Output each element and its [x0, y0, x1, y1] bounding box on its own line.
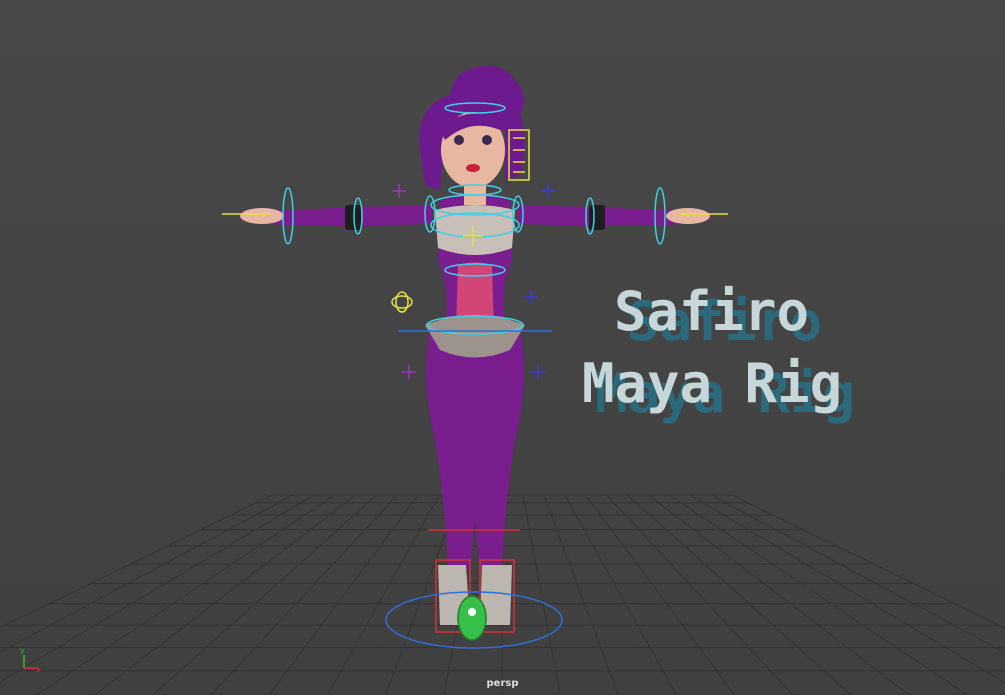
main-ctrl-center [468, 608, 476, 616]
grid-line [94, 494, 356, 695]
grid-line [648, 494, 910, 695]
right-leg[interactable] [472, 330, 524, 570]
title-line1: Safiro [614, 280, 809, 343]
camera-name-label: persp [486, 678, 519, 689]
axis-x-label: x [36, 665, 41, 674]
title-line2: Maya Rig [582, 352, 842, 415]
grid-line [0, 494, 273, 629]
pole-vector-ctrl[interactable] [391, 291, 413, 313]
grid-line [606, 494, 794, 695]
maya-viewport[interactable]: Safiro Safiro Maya Rig Maya Rig y x pers… [0, 0, 1005, 695]
axis-y-label: y [20, 646, 25, 655]
grid-line [668, 494, 968, 695]
right-eye [482, 135, 492, 145]
right-arm-pv-cross[interactable] [541, 184, 555, 198]
left-arm-band [345, 205, 361, 230]
right-knee-pv-cross[interactable] [531, 365, 545, 379]
right-hand[interactable] [666, 208, 710, 224]
left-hand[interactable] [240, 208, 284, 224]
left-knee-pv-cross[interactable] [402, 365, 416, 379]
left-leg[interactable] [426, 330, 478, 570]
left-arm-pv-cross[interactable] [392, 184, 406, 198]
right-arm-band [589, 205, 605, 230]
main-ctrl[interactable] [457, 595, 487, 641]
grid-line [689, 494, 1005, 684]
grid-line [731, 494, 1005, 629]
grid-line [36, 494, 336, 695]
overlay-title: Safiro Safiro Maya Rig Maya Rig [582, 280, 855, 425]
hip-pv-cross[interactable] [524, 290, 538, 304]
left-eye [454, 135, 464, 145]
perspective-scene[interactable]: Safiro Safiro Maya Rig Maya Rig y x [0, 0, 1005, 695]
mouth [466, 164, 480, 172]
grid-line [210, 494, 398, 695]
grid-line [0, 494, 315, 683]
